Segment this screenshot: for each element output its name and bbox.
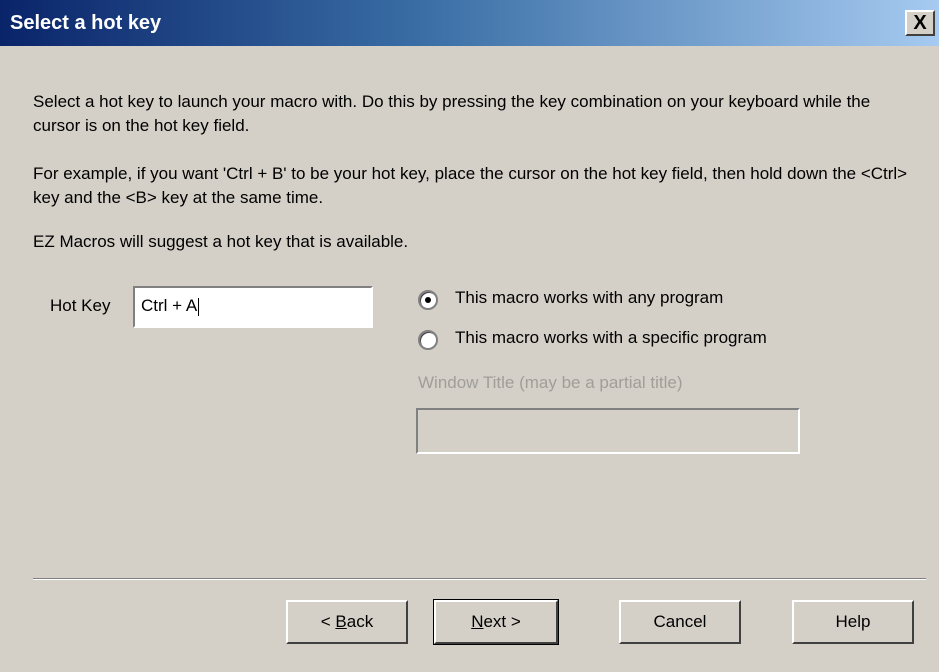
next-button[interactable]: Next > [433, 599, 559, 645]
instruction-text-2: For example, if you want 'Ctrl + B' to b… [33, 164, 908, 207]
hotkey-value: Ctrl + A [141, 296, 198, 315]
back-button[interactable]: < Back [286, 600, 408, 644]
next-mnemonic: N [471, 612, 484, 631]
close-icon: X [913, 12, 927, 34]
radio-specific-program-label[interactable]: This macro works with a specific program [455, 328, 767, 348]
back-rest: ack [346, 612, 374, 631]
help-button[interactable]: Help [792, 600, 914, 644]
radio-any-program-label[interactable]: This macro works with any program [455, 288, 723, 308]
title-bar[interactable]: Select a hot key X [0, 0, 939, 46]
dialog-window: Select a hot key X Select a hot key to l… [0, 0, 939, 672]
cancel-button[interactable]: Cancel [619, 600, 741, 644]
instruction-text-1: Select a hot key to launch your macro wi… [33, 92, 871, 135]
hotkey-label: Hot Key [50, 296, 111, 315]
text-cursor [198, 297, 200, 316]
window-title-input [416, 408, 800, 454]
hotkey-input[interactable]: Ctrl + A [133, 286, 373, 328]
radio-specific-program[interactable] [418, 330, 438, 350]
radio-selected-dot [425, 297, 431, 303]
window-title-label: Window Title (may be a partial title) [418, 373, 683, 392]
back-prefix: < [320, 612, 336, 631]
back-mnemonic: B [335, 612, 347, 631]
radio-any-program[interactable] [418, 290, 438, 310]
window-title: Select a hot key [10, 12, 162, 34]
next-rest: ext > [483, 612, 521, 631]
close-button[interactable]: X [905, 10, 935, 36]
instruction-text-3: EZ Macros will suggest a hot key that is… [33, 232, 409, 251]
separator [33, 578, 926, 580]
